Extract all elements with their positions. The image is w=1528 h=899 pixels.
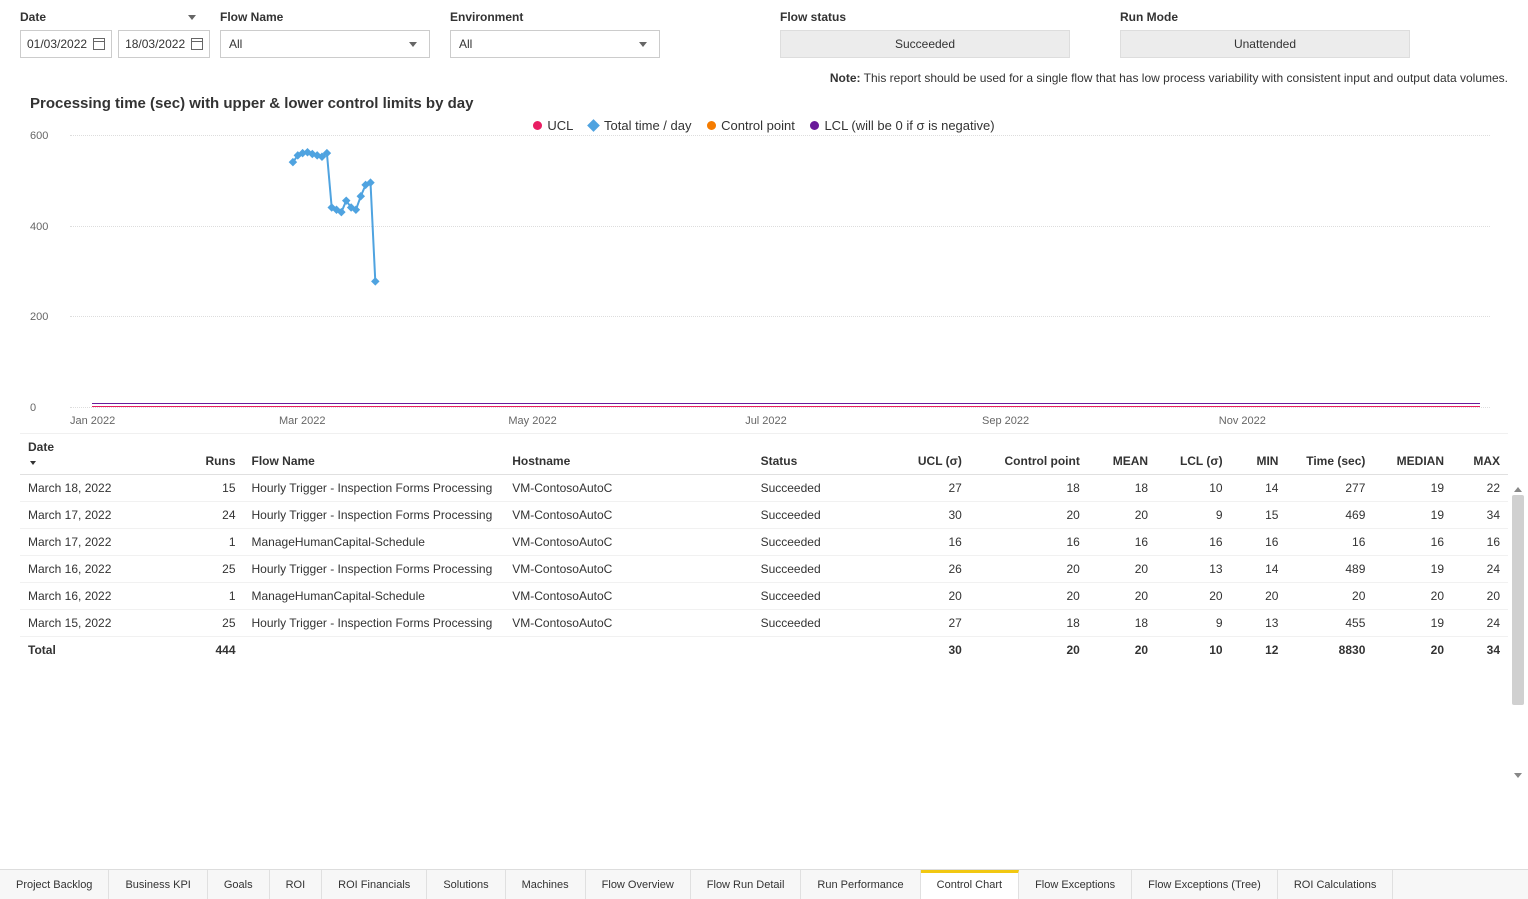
flow-status-button[interactable]: Succeeded	[780, 30, 1070, 58]
triangle-up-icon	[1514, 487, 1522, 492]
col-lcl[interactable]: LCL (σ)	[1156, 434, 1231, 475]
col-cp[interactable]: Control point	[970, 434, 1088, 475]
tab-control-chart[interactable]: Control Chart	[921, 870, 1019, 899]
calendar-icon	[191, 38, 203, 50]
table-header-row: Date Runs Flow Name Hostname Status UCL …	[20, 434, 1508, 475]
note-text: Note: This report should be used for a s…	[0, 63, 1528, 89]
scrollbar-thumb[interactable]	[1512, 495, 1524, 705]
date-end-input[interactable]: 18/03/2022	[118, 30, 210, 58]
x-tick: Jul 2022	[745, 415, 787, 427]
chevron-down-icon[interactable]	[188, 15, 196, 20]
legend-cp[interactable]: Control point	[707, 118, 795, 133]
x-tick: Sep 2022	[982, 415, 1029, 427]
col-runs[interactable]: Runs	[181, 434, 243, 475]
filter-bar: Date 01/03/2022 18/03/2022 Flow Name All…	[0, 0, 1528, 63]
col-median[interactable]: MEDIAN	[1373, 434, 1452, 475]
y-tick: 600	[30, 130, 48, 142]
circle-icon	[810, 121, 819, 130]
x-tick: Mar 2022	[279, 415, 325, 427]
table-row[interactable]: March 18, 202215Hourly Trigger - Inspect…	[20, 475, 1508, 502]
chart-legend: UCL Total time / day Control point LCL (…	[0, 114, 1528, 135]
tab-solutions[interactable]: Solutions	[427, 870, 505, 899]
tab-business-kpi[interactable]: Business KPI	[109, 870, 207, 899]
col-host[interactable]: Hostname	[504, 434, 752, 475]
x-tick: May 2022	[508, 415, 556, 427]
diamond-icon	[587, 119, 600, 132]
scroll-down-button[interactable]	[1512, 770, 1524, 780]
report-tabs: Project BacklogBusiness KPIGoalsROIROI F…	[0, 869, 1528, 899]
table-row[interactable]: March 17, 202224Hourly Trigger - Inspect…	[20, 502, 1508, 529]
col-mean[interactable]: MEAN	[1088, 434, 1156, 475]
table-row[interactable]: March 16, 20221ManageHumanCapital-Schedu…	[20, 583, 1508, 610]
col-flow[interactable]: Flow Name	[244, 434, 505, 475]
col-time[interactable]: Time (sec)	[1286, 434, 1373, 475]
run-mode-button[interactable]: Unattended	[1120, 30, 1410, 58]
legend-lcl[interactable]: LCL (will be 0 if σ is negative)	[810, 118, 994, 133]
filter-runmode-label: Run Mode	[1120, 10, 1178, 24]
legend-total[interactable]: Total time / day	[589, 118, 691, 133]
chevron-down-icon	[409, 42, 417, 47]
tab-run-performance[interactable]: Run Performance	[801, 870, 920, 899]
col-date[interactable]: Date	[20, 434, 181, 475]
tab-project-backlog[interactable]: Project Backlog	[0, 870, 109, 899]
filter-flow-status: Flow status Succeeded	[780, 10, 1070, 58]
date-start-input[interactable]: 01/03/2022	[20, 30, 112, 58]
x-tick: Nov 2022	[1219, 415, 1266, 427]
table-total-row: Total 444 30 20 20 10 12 8830 20 34	[20, 637, 1508, 664]
tab-flow-exceptions[interactable]: Flow Exceptions	[1019, 870, 1132, 899]
legend-ucl[interactable]: UCL	[533, 118, 573, 133]
x-tick: Jan 2022	[70, 415, 115, 427]
y-tick: 400	[30, 221, 48, 233]
flow-name-select[interactable]: All	[220, 30, 430, 58]
tab-flow-run-detail[interactable]: Flow Run Detail	[691, 870, 802, 899]
filter-environment: Environment All	[450, 10, 660, 58]
chevron-down-icon	[639, 42, 647, 47]
filter-flow-name: Flow Name All	[220, 10, 430, 58]
tab-flow-overview[interactable]: Flow Overview	[586, 870, 691, 899]
y-tick: 0	[30, 402, 36, 414]
sort-desc-icon	[30, 461, 36, 465]
filter-env-label: Environment	[450, 10, 523, 24]
filter-run-mode: Run Mode Unattended	[1120, 10, 1410, 58]
filter-status-label: Flow status	[780, 10, 846, 24]
filter-flow-label: Flow Name	[220, 10, 283, 24]
tab-machines[interactable]: Machines	[506, 870, 586, 899]
col-status[interactable]: Status	[753, 434, 890, 475]
chart-title: Processing time (sec) with upper & lower…	[0, 89, 1528, 114]
tab-flow-exceptions-tree-[interactable]: Flow Exceptions (Tree)	[1132, 870, 1278, 899]
triangle-down-icon	[1514, 773, 1522, 778]
tab-roi[interactable]: ROI	[270, 870, 323, 899]
circle-icon	[707, 121, 716, 130]
calendar-icon	[93, 38, 105, 50]
filter-date-label: Date	[20, 10, 46, 24]
col-max[interactable]: MAX	[1452, 434, 1508, 475]
data-table: Date Runs Flow Name Hostname Status UCL …	[20, 433, 1508, 663]
col-min[interactable]: MIN	[1231, 434, 1287, 475]
tab-goals[interactable]: Goals	[208, 870, 270, 899]
environment-select[interactable]: All	[450, 30, 660, 58]
scroll-up-button[interactable]	[1512, 484, 1524, 494]
tab-roi-financials[interactable]: ROI Financials	[322, 870, 427, 899]
tab-roi-calculations[interactable]: ROI Calculations	[1278, 870, 1394, 899]
table-row[interactable]: March 16, 202225Hourly Trigger - Inspect…	[20, 556, 1508, 583]
table-row[interactable]: March 17, 20221ManageHumanCapital-Schedu…	[20, 529, 1508, 556]
table-row[interactable]: March 15, 202225Hourly Trigger - Inspect…	[20, 610, 1508, 637]
filter-date: Date 01/03/2022 18/03/2022	[20, 10, 200, 58]
control-chart[interactable]: 600 400 200 0 Jan 2022 Mar 2022 May 2022…	[20, 135, 1500, 425]
circle-icon	[533, 121, 542, 130]
col-ucl[interactable]: UCL (σ)	[889, 434, 970, 475]
y-tick: 200	[30, 311, 48, 323]
